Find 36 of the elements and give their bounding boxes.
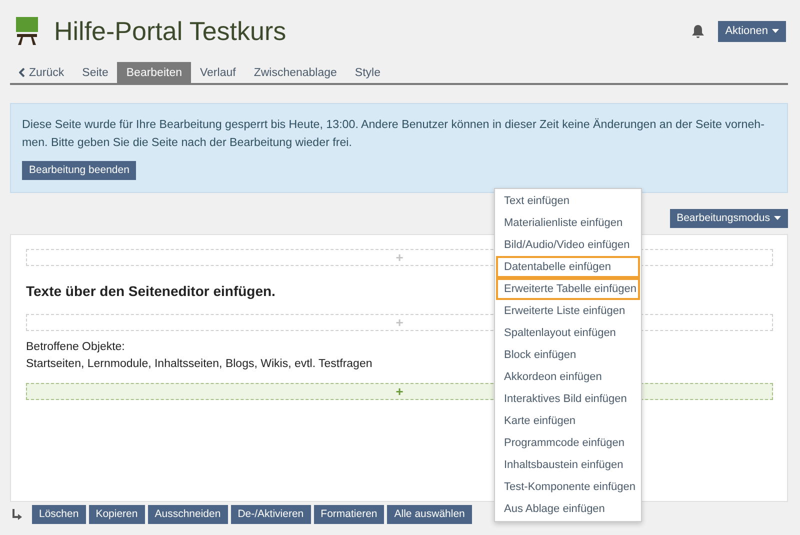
action-button[interactable]: Ausschneiden (148, 504, 228, 524)
tab[interactable]: Seite (73, 62, 118, 83)
action-button[interactable]: Löschen (32, 504, 86, 524)
content-text: Startseiten, Lernmodule, Inhaltsseiten, Blogs, Wikis, evtl. Testfragen (26, 356, 372, 372)
corner-arrow-icon (12, 508, 23, 520)
menu-item[interactable]: Erweiterte Tabelle einfügen (496, 278, 640, 300)
action-button[interactable]: Alle auswählen (387, 504, 472, 524)
caret-icon (772, 29, 779, 33)
page-title: Hilfe-Portal Testkurs (54, 16, 288, 46)
menu-item[interactable]: Block einfügen (496, 344, 640, 366)
end-editing-button[interactable]: Bearbeitung beenden (22, 160, 136, 180)
action-button[interactable]: Formatieren (314, 504, 384, 524)
actions-button[interactable]: Aktionen (718, 20, 786, 42)
menu-item[interactable]: Text einfügen (496, 190, 640, 212)
bell-icon[interactable] (692, 24, 704, 38)
menu-item[interactable]: Datentabelle einfügen (496, 256, 640, 278)
action-button[interactable]: Kopieren (88, 504, 145, 524)
tab[interactable]: Style (346, 62, 390, 83)
menu-item[interactable]: Inhaltsbaustein einfügen (496, 454, 640, 476)
tab[interactable]: Bearbeiten (117, 62, 191, 83)
action-button[interactable]: De-/Aktivieren (230, 504, 311, 524)
menu-item[interactable]: Programmcode einfügen (496, 432, 640, 454)
tab[interactable]: Verlauf (191, 62, 245, 83)
easel-icon (16, 17, 38, 45)
back-link[interactable]: Zurück (10, 62, 74, 83)
menu-item[interactable]: Aus Ablage einfügen (496, 498, 640, 520)
tab[interactable]: Zwischenablage (244, 62, 346, 83)
menu-item[interactable]: Materialienliste einfügen (496, 212, 640, 234)
caret-icon (774, 216, 781, 220)
menu-item[interactable]: Test-Komponente einfügen (496, 476, 640, 498)
editing-mode-button[interactable]: Bearbeitungsmodus (670, 208, 788, 228)
content-heading: Texte über den Seiteneditor einfügen. (26, 282, 276, 298)
chevron-left-icon (19, 68, 25, 77)
content-text: Betroffene Objekte: (26, 340, 125, 354)
menu-item[interactable]: Karte einfügen (496, 410, 640, 432)
notice-text: Diese Seite wurde für Ihre Bearbeitung gesperrt bis Heute, 13:00. Andere Benutzer können in dieser Zeit keine Änderungen an der Seite vorneh-men. Bitte geben Sie die Seite nach der Bearbeitung wieder frei. (22, 117, 766, 151)
